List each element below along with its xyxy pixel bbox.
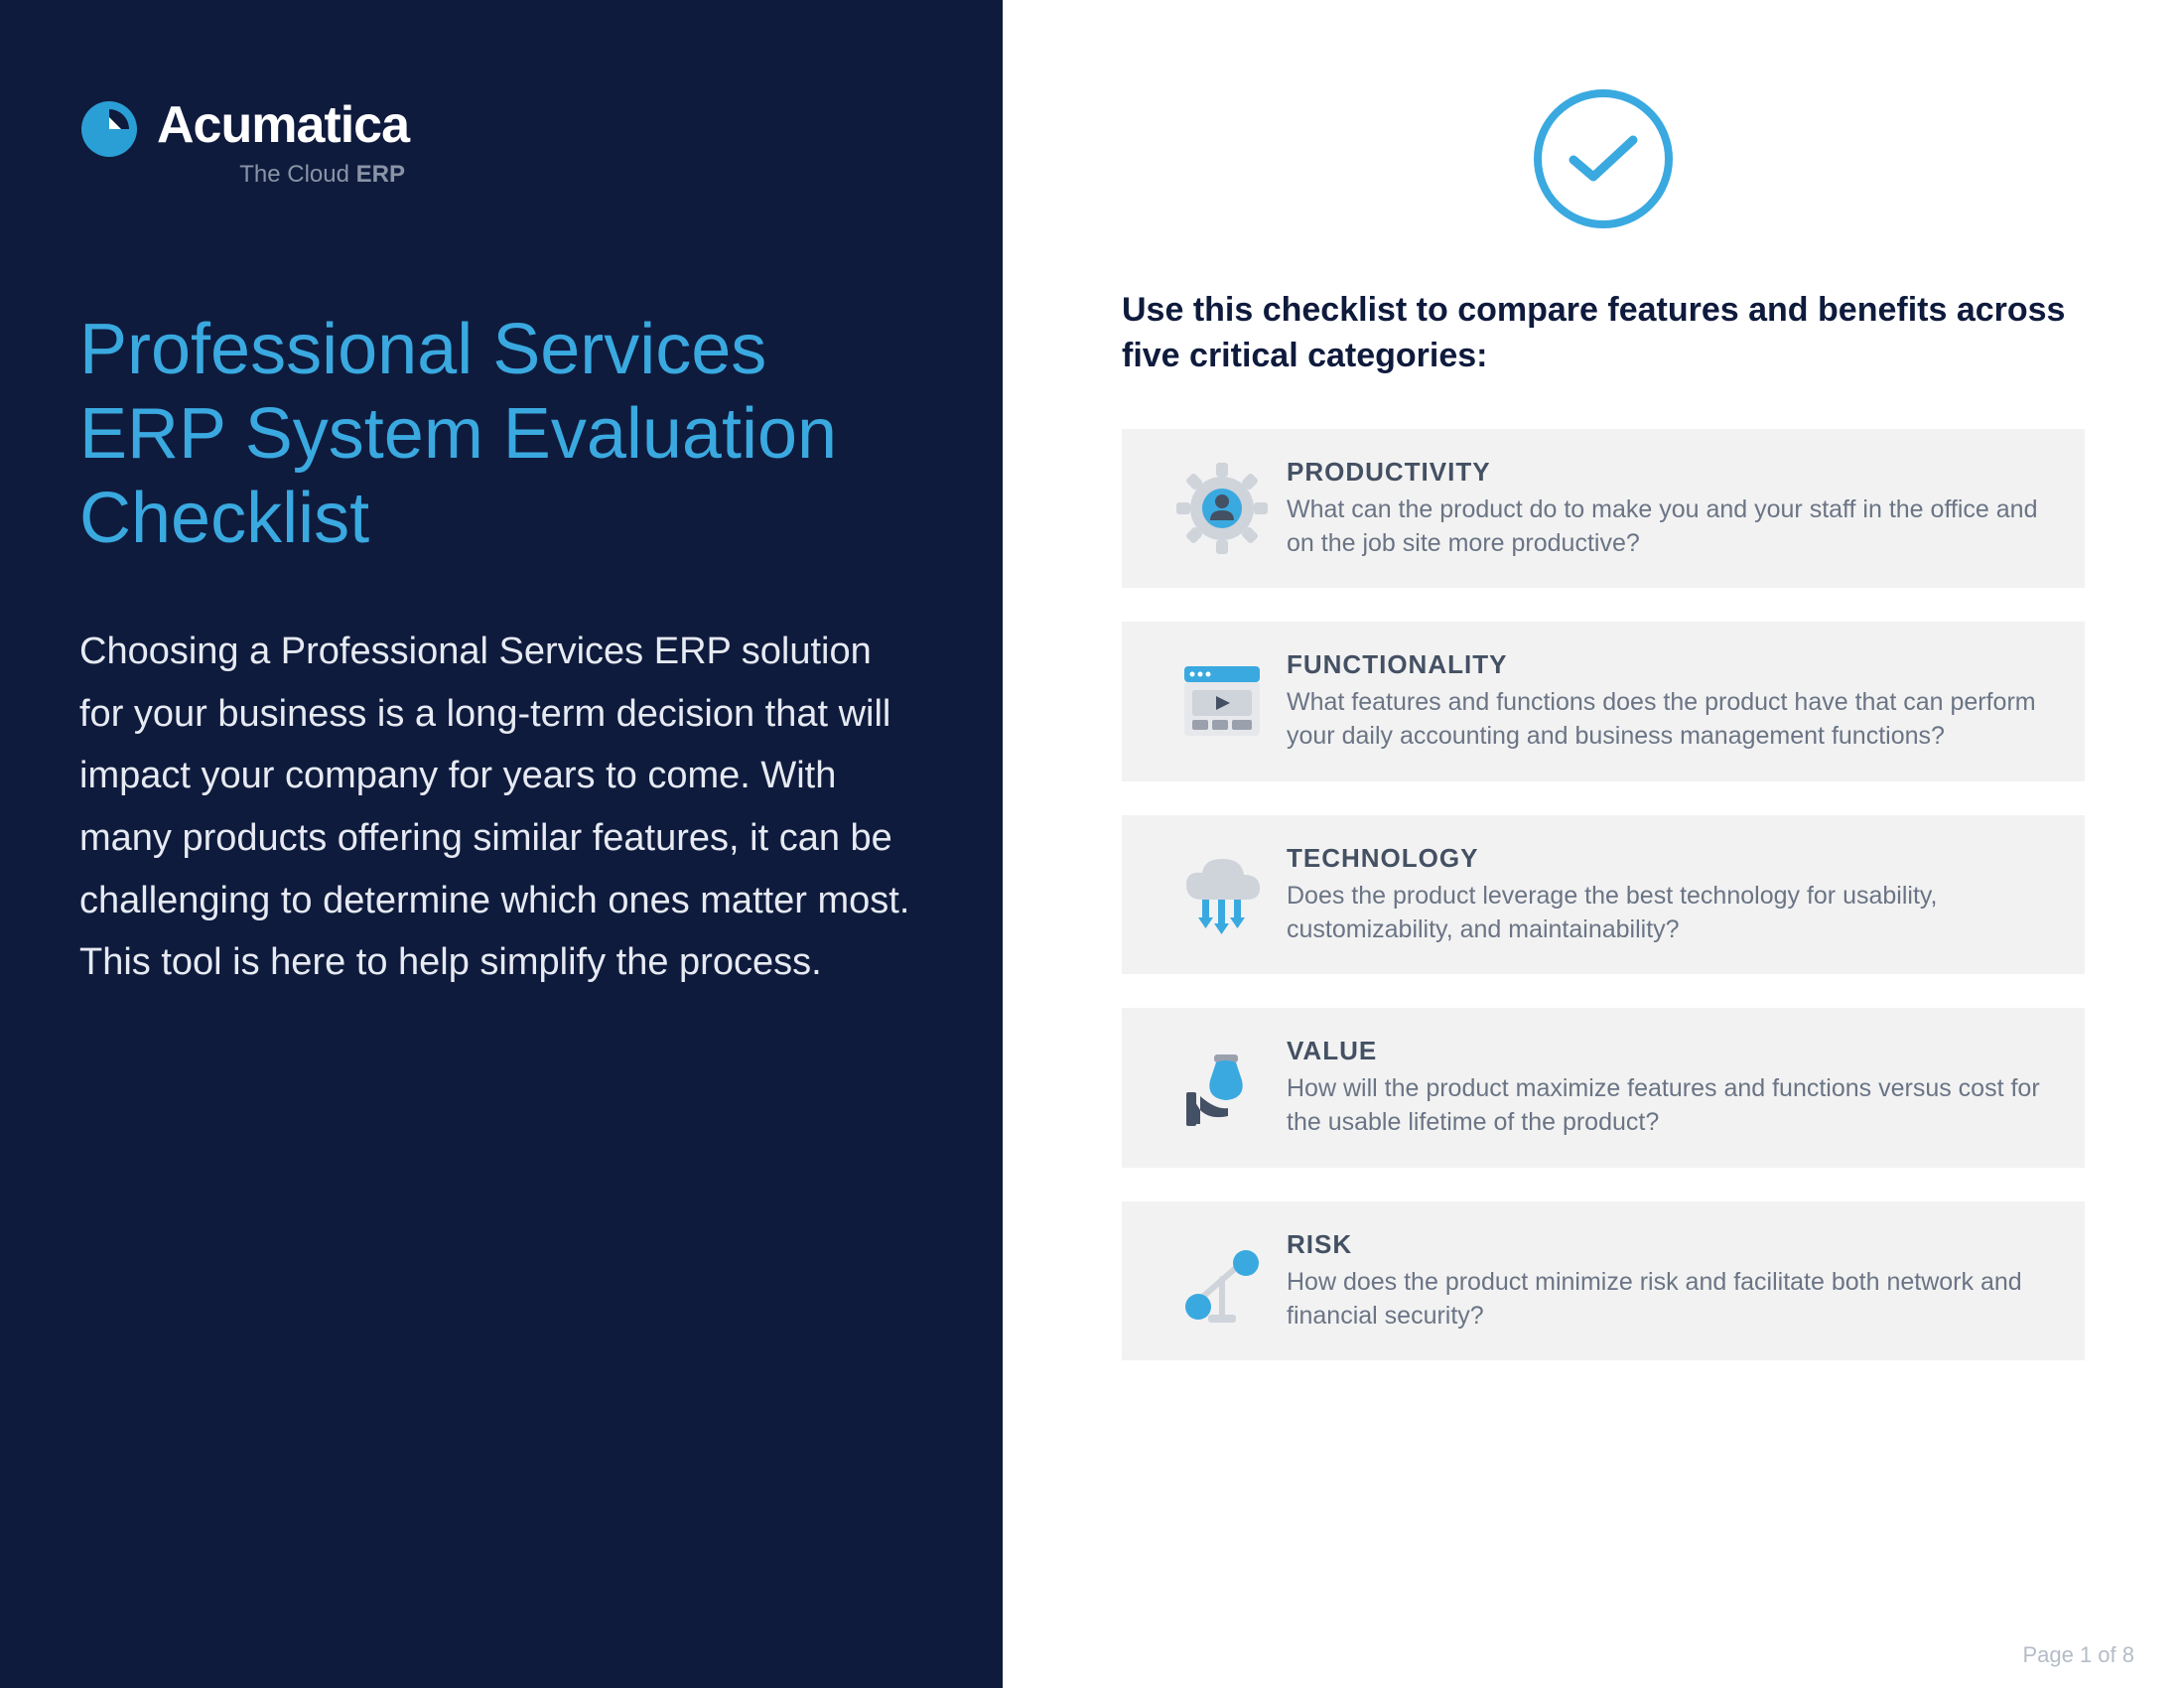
- category-value: VALUE How will the product maximize feat…: [1122, 1008, 2085, 1168]
- brand-tagline-bold: ERP: [356, 161, 405, 188]
- money-hand-icon: [1158, 1039, 1287, 1138]
- left-panel: Acumatica The Cloud ERP Professional Ser…: [0, 0, 1003, 1688]
- category-desc: How will the product maximize features a…: [1287, 1072, 2049, 1140]
- categories-intro: Use this checklist to compare features a…: [1122, 288, 2085, 379]
- category-title: TECHNOLOGY: [1287, 843, 2049, 874]
- category-title: VALUE: [1287, 1036, 2049, 1066]
- category-risk: RISK How does the product minimize risk …: [1122, 1201, 2085, 1361]
- category-productivity: PRODUCTIVITY What can the product do to …: [1122, 429, 2085, 589]
- right-panel: Use this checklist to compare features a…: [1003, 0, 2184, 1688]
- brand-tagline-prefix: The Cloud: [239, 161, 355, 188]
- category-desc: What features and functions does the pro…: [1287, 686, 2049, 754]
- browser-play-icon: [1158, 652, 1287, 752]
- category-title: RISK: [1287, 1229, 2049, 1260]
- category-title: FUNCTIONALITY: [1287, 649, 2049, 680]
- category-desc: How does the product minimize risk and f…: [1287, 1266, 2049, 1334]
- brand-tagline: The Cloud ERP: [239, 161, 405, 189]
- page-number: Page 1 of 8: [2022, 1642, 2134, 1668]
- cloud-download-icon: [1158, 845, 1287, 944]
- category-desc: Does the product leverage the best techn…: [1287, 880, 2049, 947]
- brand-logo: Acumatica The Cloud ERP: [79, 99, 923, 189]
- category-desc: What can the product do to make you and …: [1287, 493, 2049, 561]
- category-title: PRODUCTIVITY: [1287, 457, 2049, 488]
- gear-user-icon: [1158, 459, 1287, 558]
- brand-mark-icon: [79, 99, 139, 159]
- category-technology: TECHNOLOGY Does the product leverage the…: [1122, 815, 2085, 975]
- scale-balance-icon: [1158, 1231, 1287, 1331]
- category-functionality: FUNCTIONALITY What features and function…: [1122, 622, 2085, 781]
- brand-name: Acumatica: [157, 99, 409, 151]
- page-title: Professional Services ERP System Evaluat…: [79, 308, 923, 561]
- checkmark-circle-icon: [1534, 89, 1673, 228]
- intro-paragraph: Choosing a Professional Services ERP sol…: [79, 621, 923, 994]
